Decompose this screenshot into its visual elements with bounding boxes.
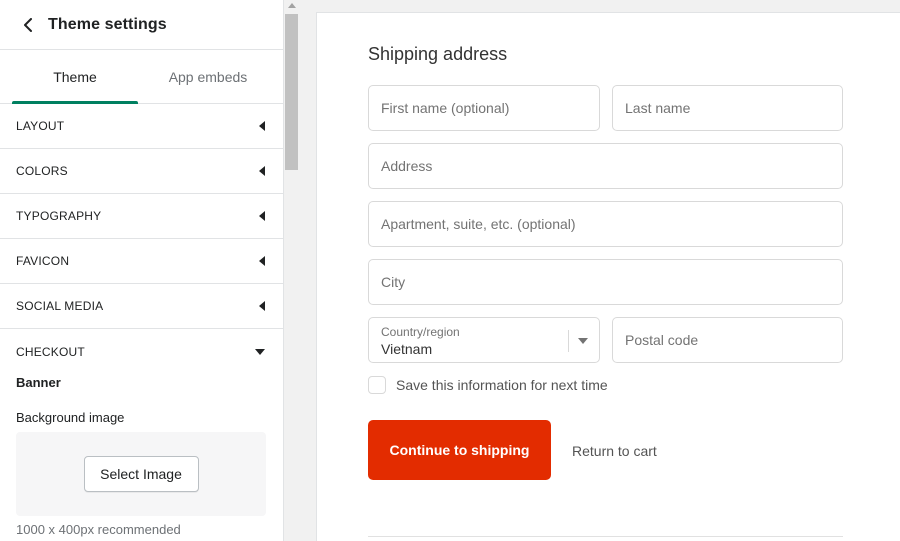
image-picker: Select Image xyxy=(16,432,266,516)
section-label: FAVICON xyxy=(16,254,70,268)
tab-app-embeds[interactable]: App embeds xyxy=(138,50,278,103)
save-info-checkbox[interactable] xyxy=(368,376,386,394)
section-label: LAYOUT xyxy=(16,119,65,133)
section-favicon[interactable]: FAVICON xyxy=(0,239,283,284)
section-checkout[interactable]: CHECKOUT xyxy=(0,329,283,374)
caret-left-icon xyxy=(259,211,265,221)
tab-theme[interactable]: Theme xyxy=(12,50,138,104)
section-label: SOCIAL MEDIA xyxy=(16,299,104,313)
caret-left-icon xyxy=(259,121,265,131)
continue-to-shipping-button[interactable]: Continue to shipping xyxy=(368,420,551,480)
caret-down-icon xyxy=(255,348,265,355)
apartment-input[interactable]: Apartment, suite, etc. (optional) xyxy=(368,201,843,247)
background-image-label: Background image xyxy=(16,410,125,425)
caret-left-icon xyxy=(259,256,265,266)
scroll-up-arrow-icon[interactable] xyxy=(288,3,296,8)
sidebar-scrollbar[interactable] xyxy=(284,0,300,541)
city-input[interactable]: City xyxy=(368,259,843,305)
section-typography[interactable]: TYPOGRAPHY xyxy=(0,194,283,239)
return-to-cart-link[interactable]: Return to cart xyxy=(572,443,657,459)
address-input[interactable]: Address xyxy=(368,143,843,189)
sidebar-tabs: Theme App embeds xyxy=(0,50,283,104)
shipping-address-title: Shipping address xyxy=(368,44,508,64)
country-select[interactable]: Country/region Vietnam xyxy=(368,317,600,363)
scrollbar-thumb[interactable] xyxy=(285,14,298,170)
section-colors[interactable]: COLORS xyxy=(0,149,283,194)
postal-code-input[interactable]: Postal code xyxy=(612,317,843,363)
caret-left-icon xyxy=(259,166,265,176)
section-label: CHECKOUT xyxy=(16,344,85,359)
sidebar-header: Theme settings xyxy=(0,0,283,50)
theme-settings-sidebar: Theme settings Theme App embeds LAYOUT C… xyxy=(0,0,284,541)
caret-left-icon xyxy=(259,301,265,311)
divider xyxy=(368,536,843,537)
checkout-preview: Shipping address First name (optional) L… xyxy=(316,12,900,541)
sidebar-title: Theme settings xyxy=(48,15,167,33)
image-size-hint: 1000 x 400px recommended xyxy=(16,522,181,537)
chevron-down-icon xyxy=(578,338,588,344)
select-divider xyxy=(568,330,569,352)
save-info-label[interactable]: Save this information for next time xyxy=(396,376,608,394)
section-layout[interactable]: LAYOUT xyxy=(0,104,283,149)
back-arrow-icon[interactable] xyxy=(18,15,38,35)
country-value: Vietnam xyxy=(381,341,433,357)
first-name-input[interactable]: First name (optional) xyxy=(368,85,600,131)
last-name-input[interactable]: Last name xyxy=(612,85,843,131)
banner-heading: Banner xyxy=(16,375,61,390)
section-label: COLORS xyxy=(16,164,68,178)
select-image-button[interactable]: Select Image xyxy=(83,456,199,492)
section-label: TYPOGRAPHY xyxy=(16,209,102,223)
section-social-media[interactable]: SOCIAL MEDIA xyxy=(0,284,283,329)
country-label: Country/region xyxy=(381,325,460,339)
